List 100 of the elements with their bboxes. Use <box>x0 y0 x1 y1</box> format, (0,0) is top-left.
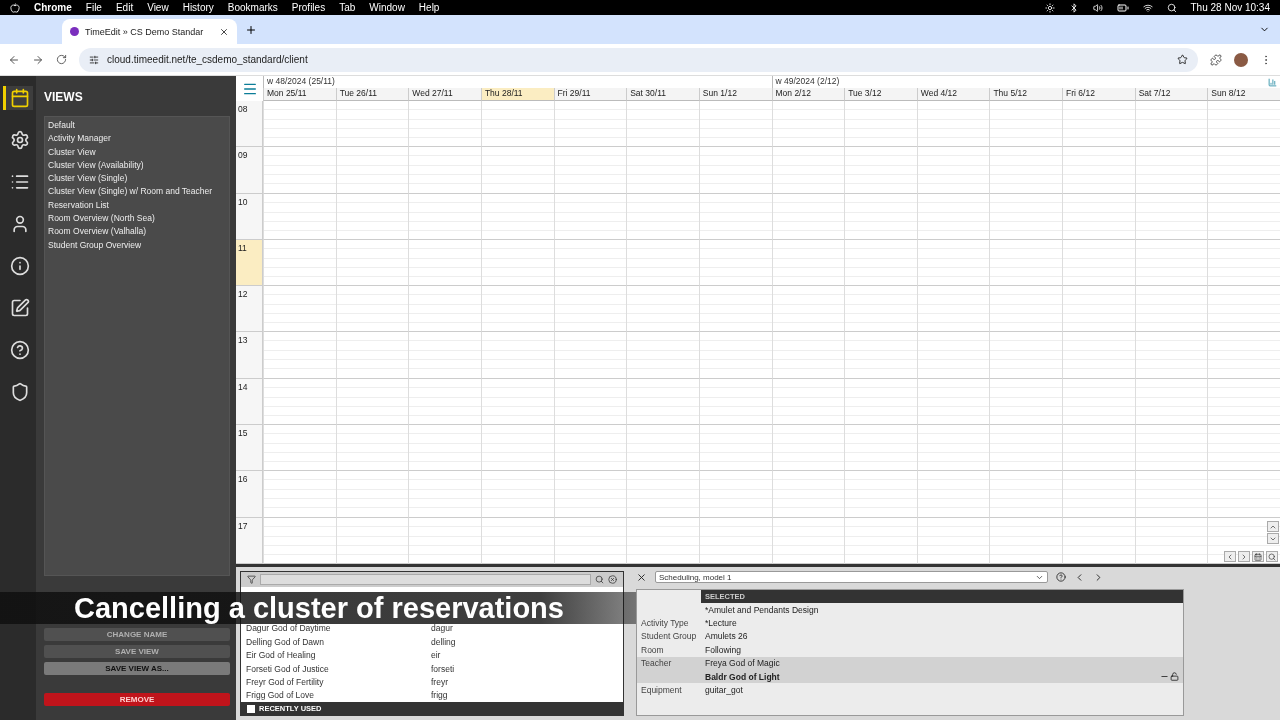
time-slot[interactable] <box>1062 517 1135 564</box>
time-slot[interactable] <box>1062 332 1135 379</box>
time-slot[interactable] <box>480 239 554 287</box>
time-slot[interactable] <box>408 147 481 194</box>
time-slot[interactable] <box>480 517 554 564</box>
time-slot[interactable] <box>1207 239 1280 287</box>
time-slot[interactable] <box>844 286 917 333</box>
time-slot[interactable] <box>626 332 699 379</box>
time-slot[interactable] <box>989 286 1063 333</box>
extensions-icon[interactable] <box>1210 53 1222 66</box>
list-item[interactable]: Cluster View <box>48 145 226 159</box>
search-button[interactable] <box>1266 551 1278 562</box>
time-slot[interactable] <box>335 517 409 564</box>
list-item[interactable]: Room Overview (Valhalla) <box>48 225 226 239</box>
time-slot[interactable] <box>480 101 554 148</box>
help-icon[interactable] <box>1056 572 1066 582</box>
time-slot[interactable] <box>989 425 1063 472</box>
time-slot[interactable] <box>916 425 990 472</box>
list-item[interactable]: Cluster View (Single) w/ Room and Teacher <box>48 185 226 199</box>
browser-tab[interactable]: TimeEdit » CS Demo Standar <box>62 19 237 44</box>
time-slot[interactable] <box>335 286 409 333</box>
time-slot[interactable] <box>1062 471 1135 518</box>
time-slot[interactable] <box>1062 147 1135 194</box>
selection-row[interactable]: *Amulet and Pendants Design <box>637 603 1183 617</box>
time-slot[interactable] <box>626 517 699 564</box>
bar-chart-icon[interactable] <box>1268 78 1277 87</box>
menu-item[interactable]: View <box>147 2 169 13</box>
profile-avatar[interactable] <box>1234 52 1248 67</box>
time-slot[interactable] <box>916 332 990 379</box>
time-slot[interactable] <box>335 101 409 148</box>
time-slot[interactable] <box>1134 193 1208 240</box>
new-tab-icon[interactable] <box>245 23 257 36</box>
time-slot[interactable] <box>698 471 772 518</box>
list-item[interactable]: Reservation List <box>48 198 226 213</box>
time-slot[interactable] <box>698 332 772 379</box>
time-slot[interactable] <box>263 147 336 194</box>
volume-icon[interactable] <box>1092 2 1103 13</box>
time-slot[interactable] <box>916 193 990 240</box>
time-slot[interactable] <box>263 193 336 240</box>
time-slot[interactable] <box>1134 517 1208 564</box>
time-slot[interactable] <box>263 471 336 518</box>
time-slot[interactable] <box>1207 286 1280 333</box>
time-slot[interactable] <box>1134 147 1208 194</box>
time-slot[interactable] <box>1134 332 1208 379</box>
time-slot[interactable] <box>698 147 772 194</box>
selection-row[interactable]: Equipment guitar_got <box>637 683 1183 697</box>
time-slot[interactable] <box>480 193 554 240</box>
time-slot[interactable] <box>408 378 481 426</box>
selection-row[interactable]: Activity Type *Lecture <box>637 616 1183 630</box>
time-slot[interactable] <box>989 378 1063 426</box>
bookmark-star-icon[interactable] <box>1177 54 1188 65</box>
time-slot[interactable] <box>263 286 336 333</box>
time-slot[interactable] <box>844 378 917 426</box>
time-slot[interactable] <box>698 378 772 426</box>
bluetooth-icon[interactable] <box>1068 2 1079 13</box>
next-button[interactable] <box>1238 551 1250 562</box>
time-slot[interactable] <box>844 471 917 518</box>
site-settings-icon[interactable] <box>89 54 99 65</box>
time-slot[interactable] <box>1062 239 1135 287</box>
time-slot[interactable] <box>553 425 627 472</box>
time-slot[interactable] <box>263 517 336 564</box>
time-slot[interactable] <box>1062 425 1135 472</box>
time-slot[interactable] <box>916 286 990 333</box>
time-slot[interactable] <box>1062 101 1135 148</box>
time-slot[interactable] <box>626 425 699 472</box>
time-slot[interactable] <box>698 286 772 333</box>
time-slot[interactable] <box>553 193 627 240</box>
apple-icon[interactable] <box>10 2 20 13</box>
time-slot[interactable] <box>553 147 627 194</box>
time-slot[interactable] <box>335 193 409 240</box>
time-slot[interactable] <box>626 193 699 240</box>
time-slot[interactable] <box>263 378 336 426</box>
time-slot[interactable] <box>263 239 336 287</box>
time-slot[interactable] <box>626 147 699 194</box>
sidebar-button[interactable] <box>3 86 33 110</box>
time-slot[interactable] <box>1207 378 1280 426</box>
time-slot[interactable] <box>480 286 554 333</box>
time-slot[interactable] <box>698 101 772 148</box>
calendar-button[interactable] <box>1252 551 1264 562</box>
wifi-icon[interactable] <box>1142 2 1153 13</box>
time-slot[interactable] <box>408 332 481 379</box>
time-slot[interactable] <box>408 517 481 564</box>
time-slot[interactable] <box>1134 378 1208 426</box>
time-slot[interactable] <box>1207 425 1280 472</box>
filter-field[interactable] <box>260 574 591 585</box>
menu-item[interactable]: Help <box>418 2 440 13</box>
time-slot[interactable] <box>771 378 845 426</box>
time-slot[interactable] <box>698 517 772 564</box>
time-slot[interactable] <box>1207 101 1280 148</box>
previous-button[interactable] <box>1224 551 1236 562</box>
menu-item[interactable]: Edit <box>115 2 134 13</box>
menu-item[interactable]: Chrome <box>34 2 72 13</box>
time-slot[interactable] <box>1207 332 1280 379</box>
time-slot[interactable] <box>553 239 627 287</box>
time-slot[interactable] <box>916 378 990 426</box>
forward-icon[interactable] <box>32 53 44 66</box>
time-slot[interactable] <box>480 332 554 379</box>
time-slot[interactable] <box>844 101 917 148</box>
brightness-icon[interactable] <box>1044 2 1055 13</box>
time-slot[interactable] <box>263 332 336 379</box>
